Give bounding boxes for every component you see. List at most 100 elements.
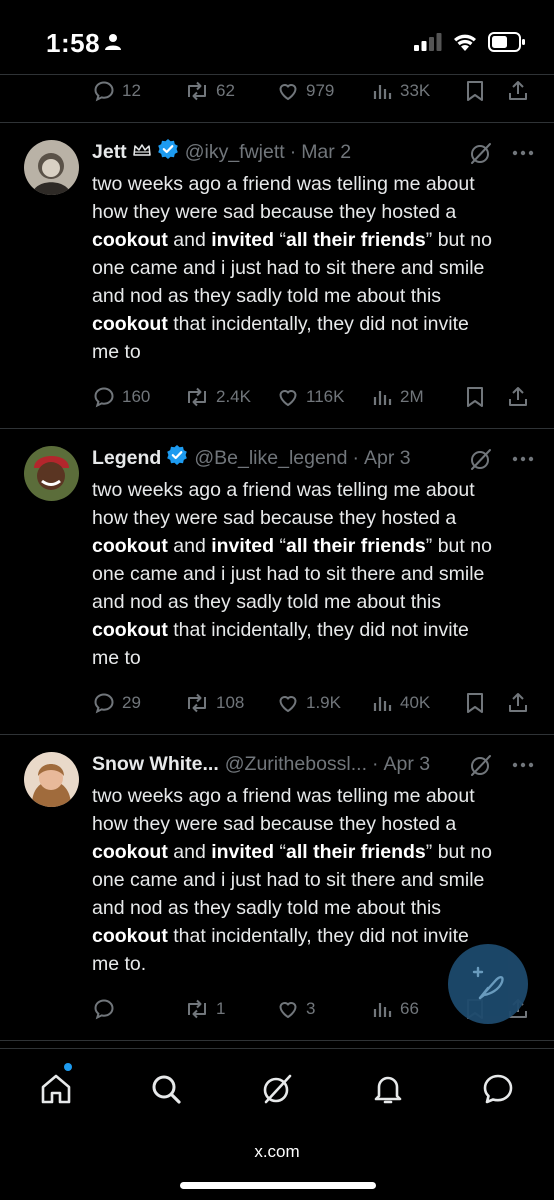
tweet-actions: 29 108 1.9K 40K — [92, 688, 532, 718]
tweet[interactable]: Jett @iky_fwjett · Mar 2 two weeks ago a fri… — [0, 124, 554, 428]
reply-button[interactable]: 12 — [92, 76, 141, 106]
heart-icon — [279, 696, 297, 713]
bold-text-segment: cookout — [92, 313, 168, 335]
author-name[interactable]: Jett — [92, 141, 127, 164]
text-segment: “ — [274, 535, 286, 557]
views-button[interactable]: 40K — [372, 688, 430, 718]
views-button[interactable]: 2M — [372, 382, 424, 412]
views-button[interactable]: 33K — [372, 76, 430, 106]
tweet-text-line: how they were sad because they hosted a — [92, 810, 540, 838]
share-icon — [509, 81, 527, 100]
retweet-button[interactable]: 62 — [184, 76, 235, 106]
bold-text-segment: invited — [211, 841, 275, 863]
share-button[interactable] — [506, 688, 530, 718]
tweet-date[interactable]: Apr 3 — [364, 447, 411, 470]
tweet-text-line: one came and i just had to sit there and… — [92, 254, 540, 282]
text-segment: and nod as they sadly told me about this — [92, 591, 442, 613]
nav-messages[interactable] — [478, 1069, 518, 1109]
retweet-icon — [188, 81, 206, 101]
browser-url-bar[interactable]: x.com — [0, 1126, 554, 1200]
url-text: x.com — [254, 1142, 300, 1161]
view-count: 33K — [400, 81, 431, 100]
avatar-jett[interactable] — [24, 140, 79, 195]
share-icon — [509, 693, 527, 712]
nav-home[interactable] — [36, 1069, 76, 1109]
grok-icon — [471, 755, 491, 776]
more-icon — [512, 150, 534, 156]
retweet-button[interactable]: 1 — [184, 994, 225, 1024]
tweet-text-line: and nod as they sadly told me about this — [92, 894, 540, 922]
author-handle[interactable]: @Be_like_legend — [194, 447, 347, 470]
tweet-date[interactable]: Mar 2 — [301, 141, 351, 164]
author-name[interactable]: Snow White... — [92, 753, 219, 776]
home-indicator[interactable] — [180, 1182, 376, 1189]
bold-text-segment: cookout — [92, 925, 168, 947]
like-button[interactable]: 116K — [276, 382, 344, 412]
tweet-text-line: how they were sad because they hosted a — [92, 198, 540, 226]
wifi-icon — [454, 34, 476, 51]
tweet-date[interactable]: Apr 3 — [384, 753, 431, 776]
person-icon — [105, 34, 121, 50]
share-button[interactable] — [506, 76, 530, 106]
avatar-legend[interactable] — [24, 446, 79, 501]
divider — [0, 74, 554, 75]
like-button[interactable]: 1.9K — [276, 688, 341, 718]
nav-search[interactable] — [146, 1069, 186, 1109]
views-button[interactable]: 66 — [372, 994, 419, 1024]
reply-button[interactable]: 160 — [92, 382, 150, 412]
tweet-actions: 160 2.4K 116K 2M — [92, 382, 532, 412]
retweet-button[interactable]: 108 — [184, 688, 244, 718]
retweet-count: 2.4K — [216, 387, 251, 406]
more-options-button[interactable] — [512, 752, 534, 783]
tweet-text-line: cookout that incidentally, they did not … — [92, 310, 540, 338]
author-handle[interactable]: @iky_fwjett — [185, 141, 285, 164]
grok-explain-button[interactable] — [468, 446, 494, 477]
like-button[interactable]: 979 — [276, 76, 334, 106]
search-icon — [152, 1075, 181, 1104]
views-icon — [373, 85, 392, 99]
author-handle[interactable]: @Zurithebossl... — [225, 753, 367, 776]
text-segment: one came and i just had to sit there and… — [92, 563, 485, 585]
author-name[interactable]: Legend — [92, 447, 161, 470]
retweet-button[interactable]: 2.4K — [184, 382, 251, 412]
reply-icon — [94, 999, 114, 1020]
compose-post-button[interactable] — [448, 944, 528, 1024]
text-segment: how they were sad because they hosted a — [92, 201, 457, 223]
retweet-count: 62 — [216, 81, 235, 100]
tweet-header-actions — [468, 140, 534, 171]
reply-button[interactable] — [92, 994, 122, 1024]
text-segment: two weeks ago a friend was telling me ab… — [92, 479, 475, 501]
tweet-header-actions — [468, 446, 534, 477]
separator-dot: · — [372, 752, 379, 775]
grok-explain-button[interactable] — [468, 752, 494, 783]
text-segment: me to — [92, 647, 141, 669]
avatar-snow-white[interactable] — [24, 752, 79, 807]
view-count: 40K — [400, 693, 431, 712]
battery-icon — [488, 32, 525, 52]
more-options-button[interactable] — [512, 446, 534, 477]
reply-icon — [94, 693, 114, 714]
verified-badge-icon — [166, 444, 188, 472]
text-segment: and nod as they sadly told me about this — [92, 285, 442, 307]
share-button[interactable] — [506, 382, 530, 412]
reply-count: 12 — [122, 81, 141, 100]
text-segment: two weeks ago a friend was telling me ab… — [92, 173, 475, 195]
bookmark-button[interactable] — [464, 688, 486, 718]
text-segment: and — [167, 535, 212, 557]
bookmark-button[interactable] — [464, 382, 486, 412]
bold-text-segment: all their friends — [285, 535, 426, 557]
divider — [0, 122, 554, 123]
tweet[interactable]: Legend @Be_like_legend · Apr 3 two weeks ago… — [0, 430, 554, 734]
more-options-button[interactable] — [512, 140, 534, 171]
reply-icon — [94, 81, 114, 102]
nav-grok[interactable] — [257, 1069, 297, 1109]
reply-button[interactable]: 29 — [92, 688, 141, 718]
text-segment: that incidentally, they did not invite — [167, 313, 469, 335]
grok-explain-button[interactable] — [468, 140, 494, 171]
like-button[interactable]: 3 — [276, 994, 315, 1024]
bookmark-button[interactable] — [464, 76, 486, 106]
tweet-text: two weeks ago a friend was telling me ab… — [92, 476, 540, 672]
tweet-text-line: cookout and invited “all their friends” … — [92, 838, 540, 866]
nav-notifications[interactable] — [368, 1069, 408, 1109]
text-segment: how they were sad because they hosted a — [92, 813, 457, 835]
